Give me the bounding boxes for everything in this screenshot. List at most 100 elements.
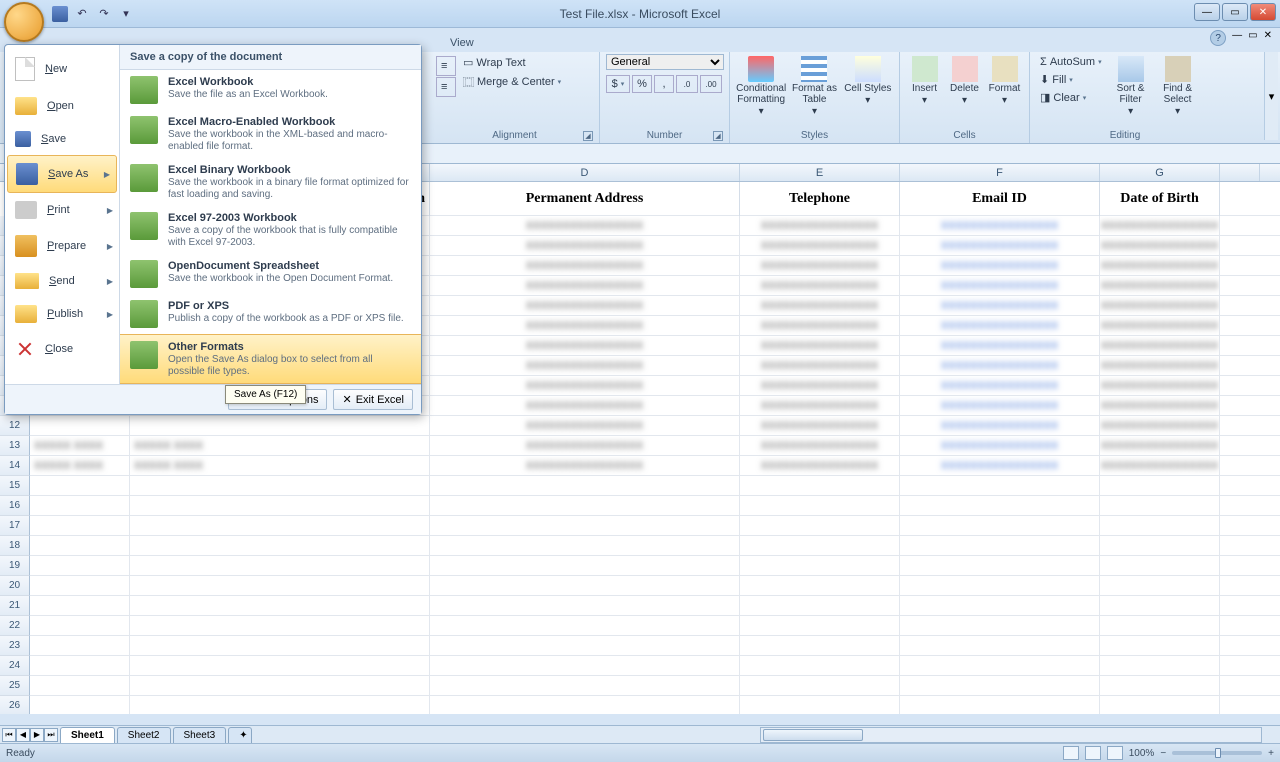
page-break-view-icon[interactable]: [1107, 746, 1123, 760]
submenu-item-1[interactable]: Excel Macro-Enabled WorkbookSave the wor…: [120, 110, 421, 158]
zoom-percent[interactable]: 100%: [1129, 748, 1155, 759]
qat-customize-icon[interactable]: ▾: [116, 5, 136, 23]
sheet-nav-last-icon[interactable]: ⏭: [44, 728, 58, 742]
comma-button[interactable]: ,: [654, 75, 674, 93]
horizontal-scrollbar[interactable]: [760, 727, 1262, 743]
submenu-item-6[interactable]: Other FormatsOpen the Save As dialog box…: [120, 334, 421, 384]
table-row[interactable]: [30, 676, 1280, 696]
autosum-button[interactable]: ΣAutoSum▾: [1036, 54, 1106, 70]
zoom-out-icon[interactable]: −: [1160, 748, 1166, 759]
column-header-g[interactable]: G: [1100, 164, 1220, 181]
qat-save-icon[interactable]: [50, 5, 70, 23]
sheet-nav-prev-icon[interactable]: ◀: [16, 728, 30, 742]
submenu-item-4[interactable]: OpenDocument SpreadsheetSave the workboo…: [120, 254, 421, 294]
minimize-button[interactable]: —: [1194, 3, 1220, 21]
wrap-text-button[interactable]: ▭Wrap Text: [459, 54, 565, 71]
sheet-nav-next-icon[interactable]: ▶: [30, 728, 44, 742]
row-header[interactable]: 15: [0, 476, 30, 496]
mdi-minimize-icon[interactable]: —: [1232, 30, 1242, 46]
table-row[interactable]: [30, 556, 1280, 576]
number-format-select[interactable]: General: [606, 54, 724, 70]
submenu-item-5[interactable]: PDF or XPSPublish a copy of the workbook…: [120, 294, 421, 334]
table-row[interactable]: XXXXXXXXXXXXXXXXXXXXXXXXXXXXXXXXXXXXXXXX…: [30, 416, 1280, 436]
format-table-button[interactable]: Format as Table▾: [789, 54, 839, 117]
qat-undo-icon[interactable]: ↶: [72, 5, 92, 23]
format-button[interactable]: Format▾: [986, 54, 1023, 106]
conditional-formatting-button[interactable]: Conditional Formatting▾: [736, 54, 786, 117]
row-header[interactable]: 20: [0, 576, 30, 596]
row-header[interactable]: 22: [0, 616, 30, 636]
clear-button[interactable]: ◨Clear▾: [1036, 89, 1106, 106]
zoom-slider[interactable]: [1172, 751, 1262, 755]
column-header-e[interactable]: E: [740, 164, 900, 181]
submenu-item-2[interactable]: Excel Binary WorkbookSave the workbook i…: [120, 158, 421, 206]
delete-button[interactable]: Delete▾: [946, 54, 983, 106]
normal-view-icon[interactable]: [1063, 746, 1079, 760]
row-header[interactable]: 14: [0, 456, 30, 476]
menu-item-publish[interactable]: Publish▶: [5, 297, 119, 331]
find-select-button[interactable]: Find & Select▾: [1156, 54, 1200, 117]
align-left-icon[interactable]: ≡: [436, 77, 456, 97]
cell-styles-button[interactable]: Cell Styles▾: [843, 54, 893, 106]
row-header[interactable]: 21: [0, 596, 30, 616]
row-header[interactable]: 13: [0, 436, 30, 456]
column-header-f[interactable]: F: [900, 164, 1100, 181]
new-sheet-icon[interactable]: ✦: [228, 727, 252, 743]
close-button[interactable]: ✕: [1250, 3, 1276, 21]
mdi-close-icon[interactable]: ✕: [1264, 30, 1272, 46]
fill-button[interactable]: ⬇Fill▾: [1036, 71, 1106, 88]
sheet-tab-3[interactable]: Sheet3: [173, 727, 227, 743]
table-row[interactable]: [30, 696, 1280, 714]
table-row[interactable]: [30, 596, 1280, 616]
menu-item-open[interactable]: Open: [5, 89, 119, 123]
column-header[interactable]: [1220, 164, 1260, 181]
percent-button[interactable]: %: [632, 75, 652, 93]
row-header[interactable]: 18: [0, 536, 30, 556]
table-row[interactable]: [30, 636, 1280, 656]
menu-item-prepare[interactable]: Prepare▶: [5, 227, 119, 265]
decrease-decimal-button[interactable]: .00: [700, 75, 722, 93]
maximize-button[interactable]: ▭: [1222, 3, 1248, 21]
row-header[interactable]: 16: [0, 496, 30, 516]
row-header[interactable]: 23: [0, 636, 30, 656]
sort-filter-button[interactable]: Sort & Filter▾: [1109, 54, 1153, 117]
page-layout-view-icon[interactable]: [1085, 746, 1101, 760]
zoom-in-icon[interactable]: +: [1268, 748, 1274, 759]
tab-view[interactable]: View: [440, 34, 484, 52]
submenu-item-3[interactable]: Excel 97-2003 WorkbookSave a copy of the…: [120, 206, 421, 254]
submenu-item-0[interactable]: Excel WorkbookSave the file as an Excel …: [120, 70, 421, 110]
dialog-launcher-icon[interactable]: ◢: [583, 131, 593, 141]
row-header[interactable]: 17: [0, 516, 30, 536]
row-header[interactable]: 24: [0, 656, 30, 676]
insert-button[interactable]: Insert▾: [906, 54, 943, 106]
menu-item-send[interactable]: Send▶: [5, 265, 119, 297]
merge-center-button[interactable]: ⿴Merge & Center▾: [459, 72, 565, 92]
help-icon[interactable]: ?: [1210, 30, 1226, 46]
table-row[interactable]: XXXXX XXXXXXXXX XXXXXXXXXXXXXXXXXXXXXXXX…: [30, 436, 1280, 456]
mdi-restore-icon[interactable]: ▭: [1248, 30, 1257, 46]
table-row[interactable]: [30, 476, 1280, 496]
menu-item-print[interactable]: Print▶: [5, 193, 119, 227]
sheet-nav-first-icon[interactable]: ⏮: [2, 728, 16, 742]
row-header[interactable]: 19: [0, 556, 30, 576]
table-row[interactable]: [30, 536, 1280, 556]
sheet-tab-2[interactable]: Sheet2: [117, 727, 171, 743]
table-row[interactable]: [30, 576, 1280, 596]
ribbon-scroll-icon[interactable]: ▾: [1264, 52, 1278, 140]
menu-item-close[interactable]: Close: [5, 331, 119, 367]
office-button[interactable]: [4, 2, 44, 42]
row-header[interactable]: 25: [0, 676, 30, 696]
align-top-icon[interactable]: ≡: [436, 56, 456, 76]
dialog-launcher-icon[interactable]: ◢: [713, 131, 723, 141]
menu-item-new[interactable]: New: [5, 49, 119, 89]
currency-button[interactable]: $▾: [606, 75, 630, 93]
qat-redo-icon[interactable]: ↷: [94, 5, 114, 23]
table-row[interactable]: [30, 616, 1280, 636]
increase-decimal-button[interactable]: .0: [676, 75, 698, 93]
table-row[interactable]: XXXXX XXXXXXXXX XXXXXXXXXXXXXXXXXXXXXXXX…: [30, 456, 1280, 476]
table-row[interactable]: [30, 496, 1280, 516]
sheet-tab-1[interactable]: Sheet1: [60, 727, 115, 743]
row-header[interactable]: 12: [0, 416, 30, 436]
menu-item-save[interactable]: Save: [5, 123, 119, 155]
table-row[interactable]: [30, 656, 1280, 676]
